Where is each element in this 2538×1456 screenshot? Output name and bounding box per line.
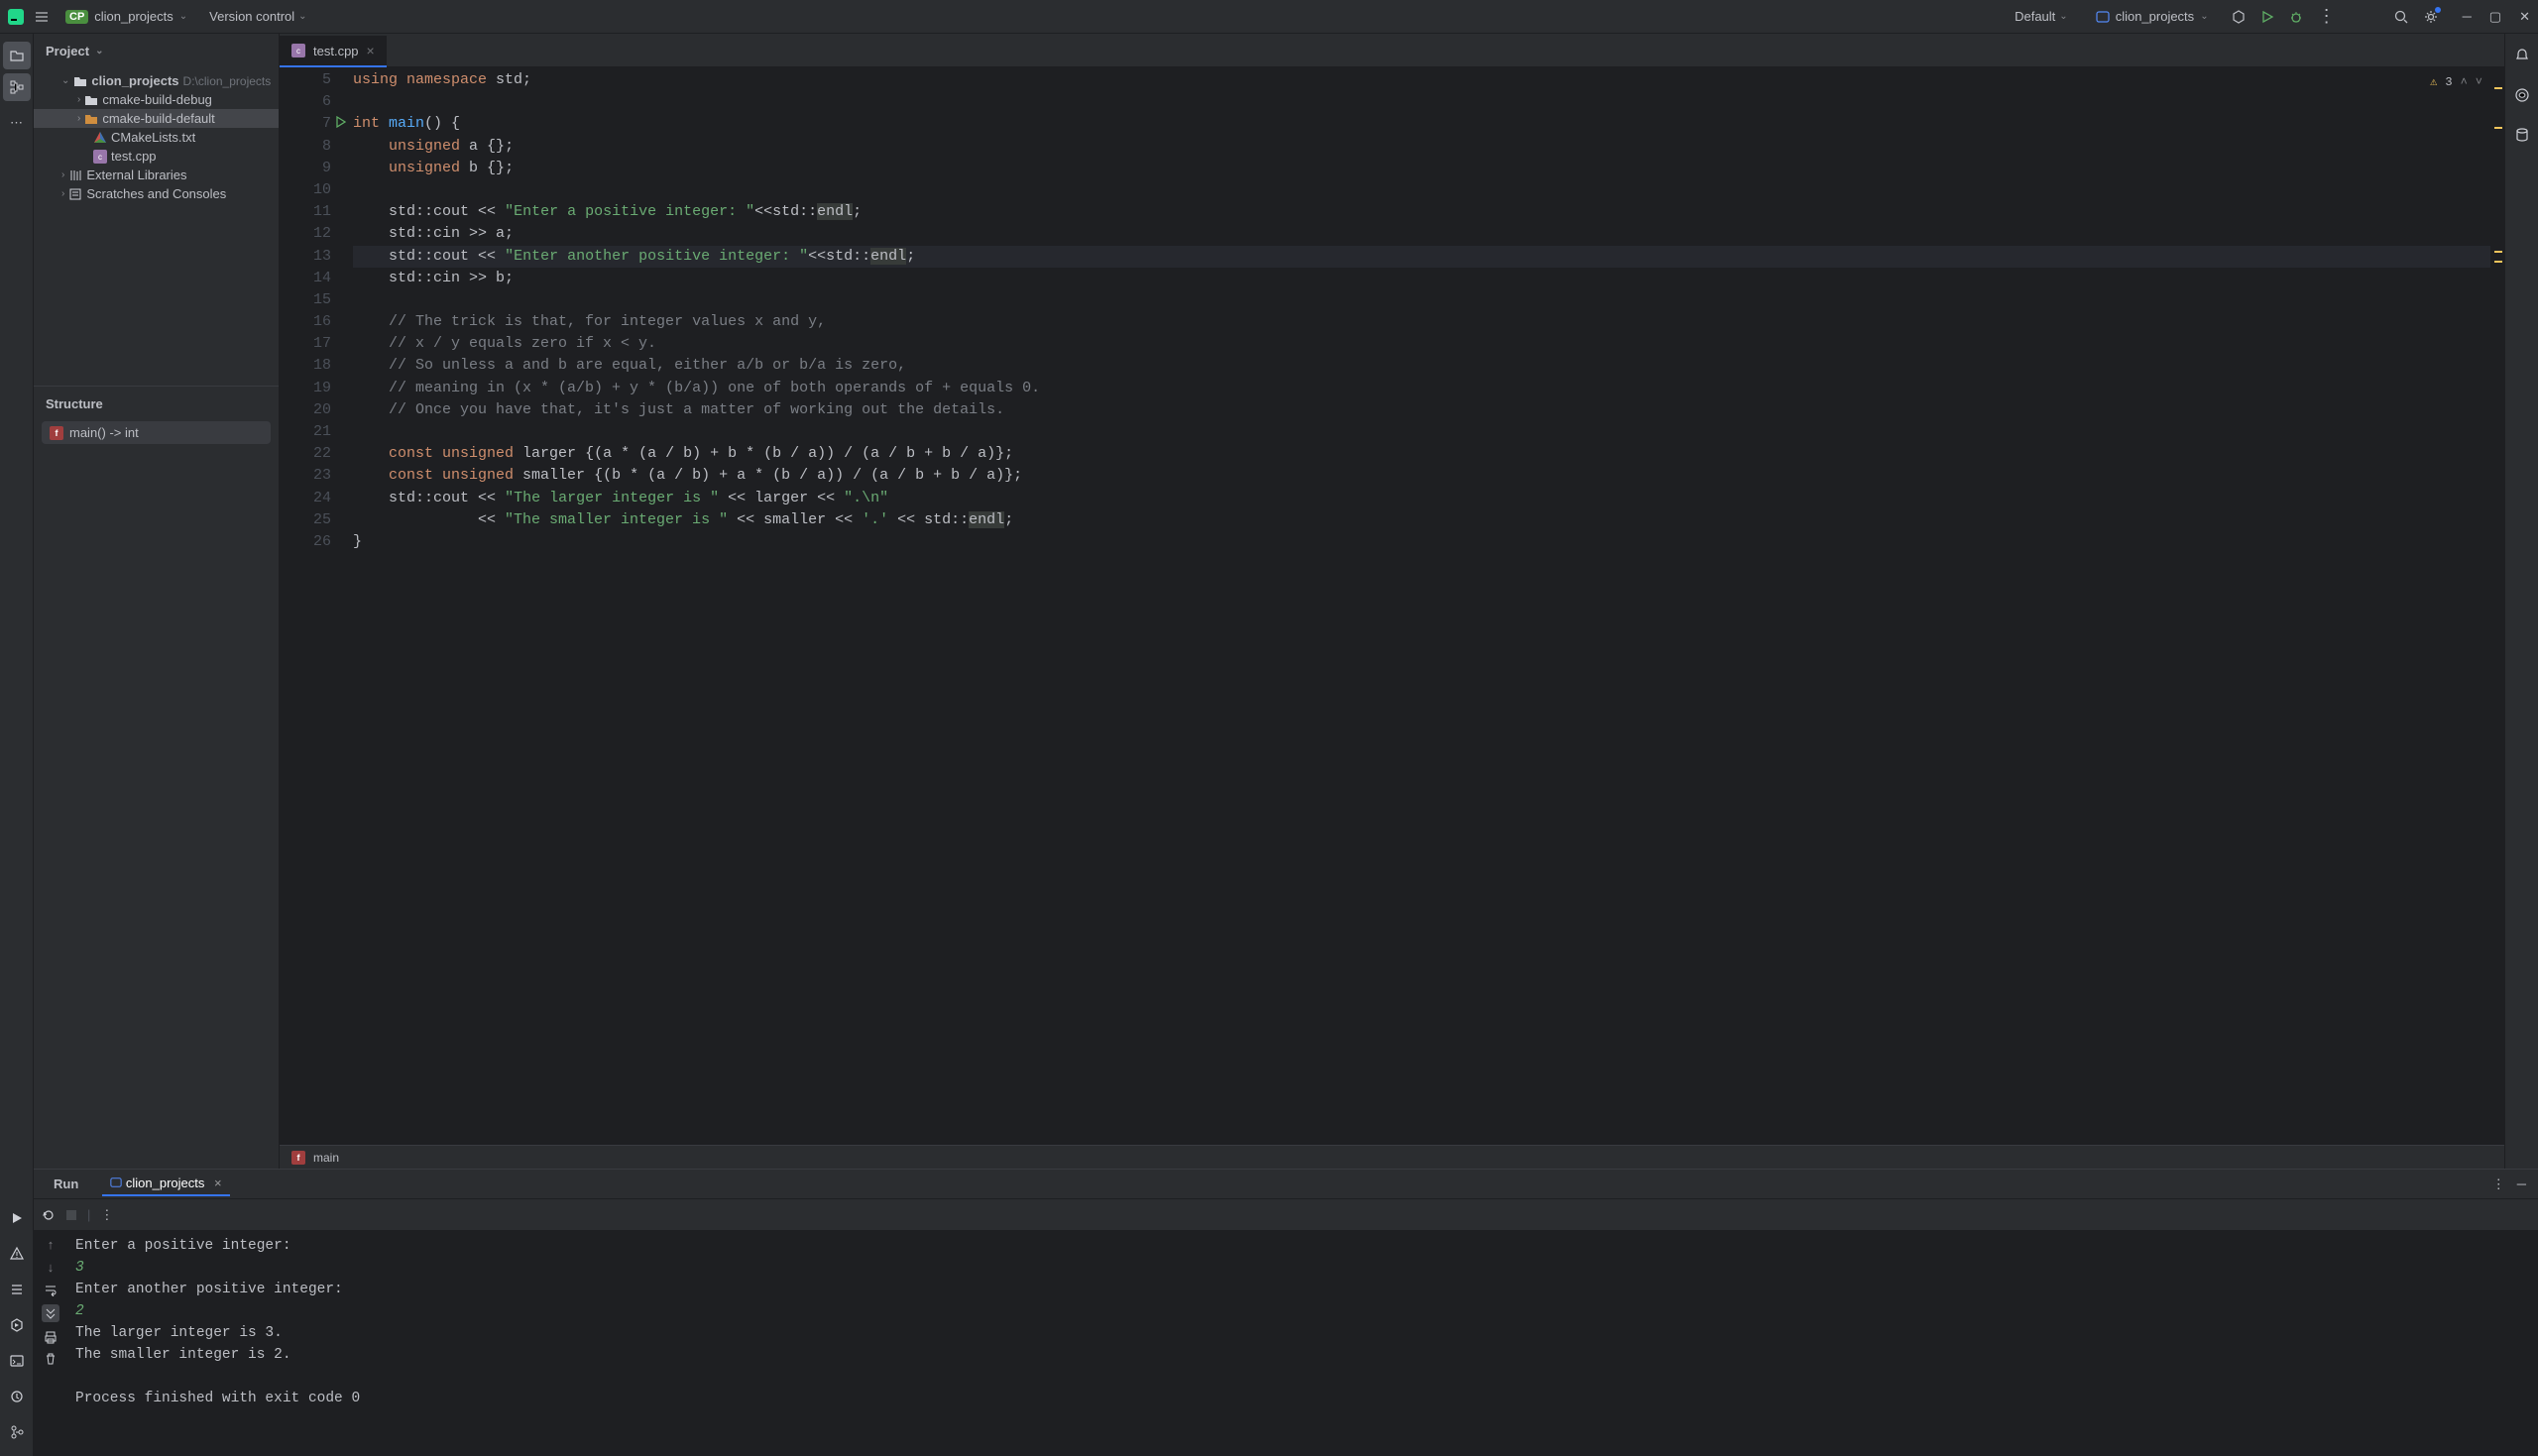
titlebar: CP clion_projects ⌄ Version control ⌄ De… [0,0,2538,34]
vcs-menu[interactable]: Version control ⌄ [203,5,312,28]
function-icon: f [291,1151,305,1165]
print-icon[interactable] [44,1330,58,1344]
more-icon[interactable]: ⋮ [100,1207,113,1223]
run-icon[interactable] [2260,10,2274,24]
search-icon[interactable] [2393,9,2409,25]
editor-tabs: c test.cpp × [280,34,2504,67]
project-tool-icon[interactable] [3,42,31,69]
cpp-file-icon: c [291,44,305,57]
tree-file[interactable]: c test.cpp [34,147,279,166]
run-panel: Run clion_projects × ⋮ ─ | ⋮ ↑ [34,1169,2538,1456]
terminal-tool-icon[interactable] [3,1347,31,1375]
console-output[interactable]: Enter a positive integer: 3Enter another… [67,1231,2538,1456]
project-badge: CP [65,10,88,24]
scroll-down-icon[interactable]: ↓ [48,1260,55,1275]
project-selector[interactable]: CP clion_projects ⌄ [59,6,193,27]
delete-icon[interactable] [44,1352,58,1366]
project-sidebar: Project ⌄ ⌄ clion_projects D:\clion_proj… [34,34,280,1169]
editor-area: c test.cpp × ⚠ 3 ˄ ˅ 5678910111213141516… [280,34,2504,1169]
run-tool-icon[interactable] [3,1204,31,1232]
function-icon: f [50,426,63,440]
close-icon[interactable]: ✕ [2519,9,2530,25]
more-tools-icon[interactable]: ⋯ [3,109,31,137]
warning-icon: ⚠ [2430,71,2437,93]
close-tab-icon[interactable]: × [367,43,375,58]
maximize-icon[interactable]: ▢ [2489,9,2501,25]
build-config-selector[interactable]: Default⌄ [2009,5,2074,28]
tree-folder[interactable]: › cmake-build-default [34,109,279,128]
chevron-down-icon[interactable]: ˅ [2476,71,2482,93]
build-icon[interactable] [2231,9,2247,25]
settings-icon[interactable] [2423,9,2439,25]
code-editor[interactable]: ⚠ 3 ˄ ˅ 56789101112131415161718192021222… [280,67,2504,1145]
tree-external-libs[interactable]: › External Libraries [34,166,279,184]
stop-icon[interactable] [65,1209,77,1221]
marker-strip[interactable] [2490,67,2504,1145]
chevron-down-icon: ⌄ [179,11,187,22]
run-tab-label[interactable]: Run [46,1173,86,1195]
target-icon [2096,10,2110,24]
chevron-down-icon: ⌄ [95,46,103,56]
structure-header[interactable]: Structure [34,386,279,417]
todo-tool-icon[interactable] [3,1276,31,1303]
more-icon[interactable]: ⋮ [2318,6,2336,27]
tree-file[interactable]: CMakeLists.txt [34,128,279,147]
library-icon [68,168,82,182]
chevron-up-icon[interactable]: ˄ [2461,71,2468,93]
minimize-icon[interactable]: ─ [2463,9,2472,25]
cpp-file-icon: c [93,150,107,164]
project-header[interactable]: Project ⌄ [34,34,279,67]
right-tool-strip [2504,34,2538,1169]
run-config-selector[interactable]: clion_projects ⌄ [2088,6,2217,27]
debug-icon[interactable] [2288,9,2304,25]
rerun-icon[interactable] [42,1208,56,1222]
structure-item[interactable]: f main() -> int [42,421,271,444]
services-tool-icon[interactable] [3,1311,31,1339]
database-icon[interactable] [2508,121,2536,149]
console-tools: ↑ ↓ [34,1231,67,1456]
tree-scratches[interactable]: › Scratches and Consoles [34,184,279,203]
scroll-to-end-icon[interactable] [42,1304,59,1322]
folder-icon [84,93,98,107]
breadcrumb-bar[interactable]: f main [280,1145,2504,1169]
inspection-widget[interactable]: ⚠ 3 ˄ ˅ [2430,71,2482,93]
scratches-icon [68,187,82,201]
editor-gutter[interactable]: 567891011121314151617181920212223242526 [280,67,351,1145]
ai-assistant-icon[interactable] [2508,81,2536,109]
app-logo-icon [8,9,24,25]
debug-tool-icon[interactable] [3,1383,31,1410]
left-tool-strip: ⋯ [0,34,34,1456]
scroll-up-icon[interactable]: ↑ [48,1237,55,1252]
more-icon[interactable]: ⋮ [2492,1176,2505,1192]
notifications-icon[interactable] [2508,42,2536,69]
chevron-down-icon: ⌄ [2200,11,2208,22]
svg-text:c: c [296,47,300,56]
hide-panel-icon[interactable]: ─ [2517,1176,2526,1192]
svg-text:c: c [98,153,102,162]
chevron-down-icon: ⌄ [298,11,306,22]
tree-root[interactable]: ⌄ clion_projects D:\clion_projects [34,71,279,90]
vcs-tool-icon[interactable] [3,1418,31,1446]
folder-icon [73,74,87,88]
main-menu-icon[interactable] [34,9,50,25]
project-name: clion_projects [94,9,173,24]
folder-icon [84,112,98,126]
tree-folder[interactable]: › cmake-build-debug [34,90,279,109]
soft-wrap-icon[interactable] [44,1283,58,1296]
structure-tool-icon[interactable] [3,73,31,101]
close-tab-icon[interactable]: × [214,1176,222,1190]
cmake-file-icon [93,131,107,145]
problems-tool-icon[interactable] [3,1240,31,1268]
run-config-tab[interactable]: clion_projects × [102,1172,229,1196]
editor-tab[interactable]: c test.cpp × [280,36,387,67]
